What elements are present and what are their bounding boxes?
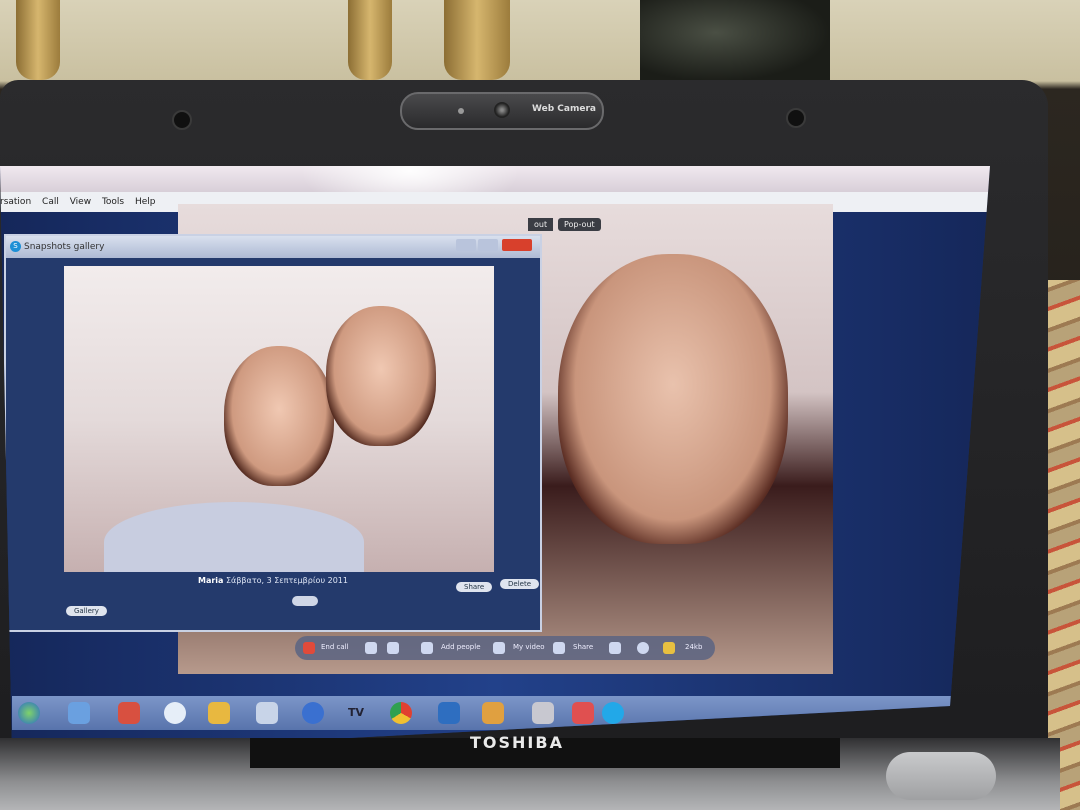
brand-logo: TOSHIBA	[470, 733, 564, 752]
pin-icon[interactable]	[118, 702, 140, 724]
webcam-label: Web Camera	[532, 104, 596, 114]
popout-partial-button[interactable]: out	[528, 218, 554, 231]
menu-tools[interactable]: Tools	[102, 192, 124, 212]
laptop-screen: rsation Call View Tools Help out Pop-out…	[0, 166, 990, 756]
gallery-title: Snapshots gallery	[24, 242, 105, 252]
person-face	[326, 306, 436, 446]
caption-date: Σάββατο, 3 Σεπτεμβρίου 2011	[226, 576, 348, 585]
end-call-label[interactable]: End call	[321, 643, 349, 651]
touchpad	[886, 752, 996, 800]
add-people-label[interactable]: Add people	[441, 643, 481, 651]
chair-leg	[444, 0, 510, 80]
snapshots-gallery-window: S Snapshots gallery Maria Σάββατο, 3 Σεπ…	[4, 234, 542, 632]
share-icon[interactable]	[553, 642, 565, 654]
maximize-button[interactable]	[478, 239, 498, 251]
caption-name: Maria	[198, 576, 224, 585]
minimize-button[interactable]	[456, 239, 476, 251]
tv-app-label[interactable]: TV	[348, 706, 364, 719]
document-icon[interactable]	[256, 702, 278, 724]
app-icon[interactable]	[532, 702, 554, 724]
chrome-icon[interactable]	[390, 702, 412, 724]
person-shoulder	[104, 502, 364, 572]
gallery-button[interactable]: Gallery	[66, 606, 107, 616]
signal-icon	[663, 642, 675, 654]
menu-view[interactable]: View	[70, 192, 91, 212]
snapshot-photo	[64, 266, 494, 572]
app-icon[interactable]	[482, 702, 504, 724]
chair-leg	[16, 0, 60, 80]
app-icon[interactable]	[68, 702, 90, 724]
speaker-icon[interactable]	[387, 642, 399, 654]
gallery-titlebar: S Snapshots gallery	[6, 236, 540, 258]
person-face	[558, 254, 788, 544]
browser-icon[interactable]	[164, 702, 186, 724]
skype-icon[interactable]	[602, 702, 624, 724]
skype-icon: S	[10, 241, 21, 252]
video-icon[interactable]	[493, 642, 505, 654]
call-quality: 24kb	[685, 643, 703, 651]
menu-conversation[interactable]: rsation	[0, 192, 31, 212]
plastic-bag	[640, 0, 830, 82]
bezel-screw	[172, 110, 192, 130]
call-controls: End call Add people My video Share 24kb	[295, 636, 715, 660]
chat-icon[interactable]	[637, 642, 649, 654]
tool-icon[interactable]	[572, 702, 594, 724]
webcam-lens	[494, 102, 510, 118]
menu-help[interactable]: Help	[135, 192, 156, 212]
add-people-icon[interactable]	[421, 642, 433, 654]
l-app-icon[interactable]	[438, 702, 460, 724]
chair-leg	[348, 0, 392, 80]
folder-icon[interactable]	[208, 702, 230, 724]
start-icon[interactable]	[18, 702, 40, 724]
close-button[interactable]	[502, 239, 532, 251]
share-button[interactable]: Share	[456, 582, 493, 592]
person-face	[224, 346, 334, 486]
gallery-pager[interactable]	[292, 596, 318, 606]
media-icon[interactable]	[302, 702, 324, 724]
end-call-icon[interactable]	[303, 642, 315, 654]
menu-call[interactable]: Call	[42, 192, 59, 212]
bezel-screw	[786, 108, 806, 128]
share-label[interactable]: Share	[573, 643, 593, 651]
webcam-indicator	[458, 108, 464, 114]
grid-icon[interactable]	[609, 642, 621, 654]
dialpad-icon[interactable]	[365, 642, 377, 654]
webcam: Web Camera	[400, 92, 604, 130]
my-video-label[interactable]: My video	[513, 643, 545, 651]
popout-button[interactable]: Pop-out	[558, 218, 601, 231]
delete-button[interactable]: Delete	[500, 579, 539, 589]
